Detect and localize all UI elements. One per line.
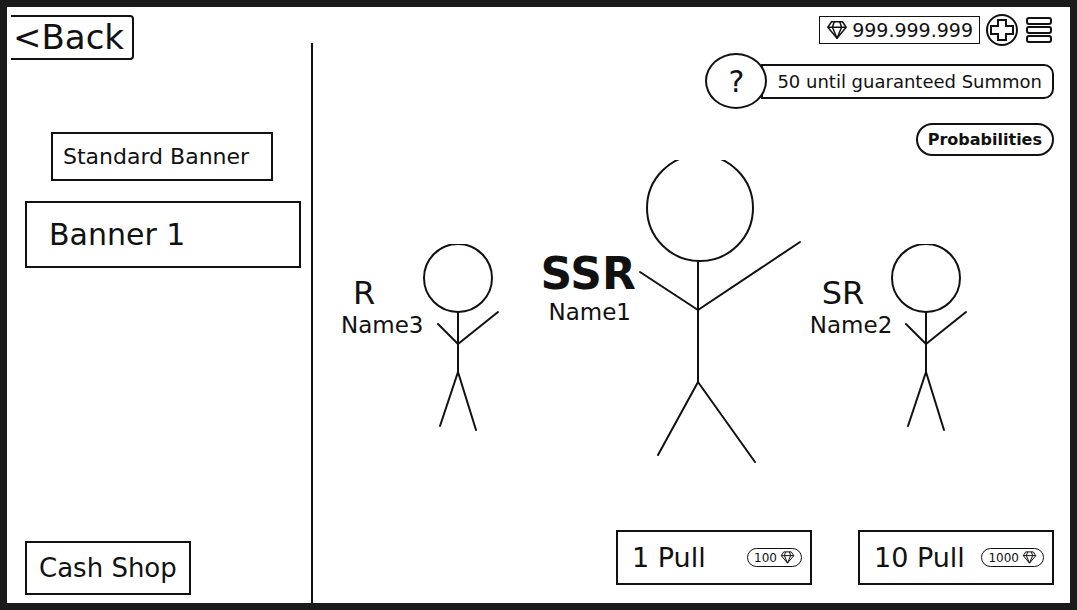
character: SSRName1: [541, 160, 810, 469]
character-rarity: SR: [822, 274, 865, 312]
pity-text: 50 until guaranteed Summon: [761, 64, 1054, 99]
character-name: Name3: [341, 312, 424, 338]
gem-icon: [1022, 550, 1037, 565]
character-rarity: SSR: [541, 248, 636, 299]
currency-display: 999.999.999: [819, 16, 980, 44]
cash-shop-button[interactable]: Cash Shop: [25, 541, 191, 595]
cost-amount: 1000: [988, 551, 1019, 565]
pull-label: 10 Pull: [874, 542, 965, 573]
banner-list: Standard Banner Banner 1: [11, 132, 313, 268]
gem-icon: [780, 550, 795, 565]
character-label: RName3: [341, 274, 424, 338]
top-bar: 999.999.999: [337, 13, 1054, 47]
character: SRName2: [810, 244, 974, 440]
probabilities-row: Probabilities: [337, 123, 1054, 156]
character-label: SRName2: [810, 274, 893, 338]
character-name: Name2: [810, 312, 893, 338]
back-button[interactable]: <Back: [11, 15, 134, 60]
character-showcase: RName3 SSRName1 SRName2: [337, 156, 1054, 530]
character-name: Name1: [549, 299, 632, 325]
stick-figure-icon: [410, 244, 505, 440]
banner-tab[interactable]: Banner 1: [25, 201, 301, 268]
pull-cost: 100: [747, 548, 802, 567]
summon-area: 999.999.999?50 until guaranteed SummonPr…: [313, 7, 1070, 603]
banner-tab[interactable]: Standard Banner: [51, 132, 273, 181]
pull-label: 1 Pull: [632, 542, 706, 573]
pity-counter: ?50 until guaranteed Summon: [337, 53, 1054, 109]
sidebar: <Back Standard Banner Banner 1 Cash Shop: [7, 7, 313, 603]
character-rarity: R: [353, 274, 375, 312]
gem-icon: [826, 19, 848, 41]
stick-figure-icon: [630, 160, 810, 469]
help-button[interactable]: ?: [705, 53, 767, 109]
pull-button[interactable]: 1 Pull 100: [616, 530, 812, 585]
plus-icon[interactable]: [984, 13, 1020, 47]
banner-label: Standard Banner: [63, 144, 249, 169]
character: RName3: [341, 244, 505, 440]
character-label: SSRName1: [541, 248, 636, 325]
menu-icon[interactable]: [1024, 15, 1054, 45]
pull-cost: 1000: [981, 548, 1044, 567]
divider-line: [311, 43, 313, 603]
banner-label: Banner 1: [49, 217, 185, 252]
stick-figure-icon: [878, 244, 973, 440]
pull-buttons: 1 Pull 100 10 Pull 1000: [337, 530, 1054, 585]
currency-amount: 999.999.999: [852, 19, 973, 41]
probabilities-button[interactable]: Probabilities: [916, 123, 1054, 156]
summon-screen: <Back Standard Banner Banner 1 Cash Shop 999…: [0, 0, 1077, 610]
cost-amount: 100: [754, 551, 777, 565]
pull-button[interactable]: 10 Pull 1000: [858, 530, 1054, 585]
